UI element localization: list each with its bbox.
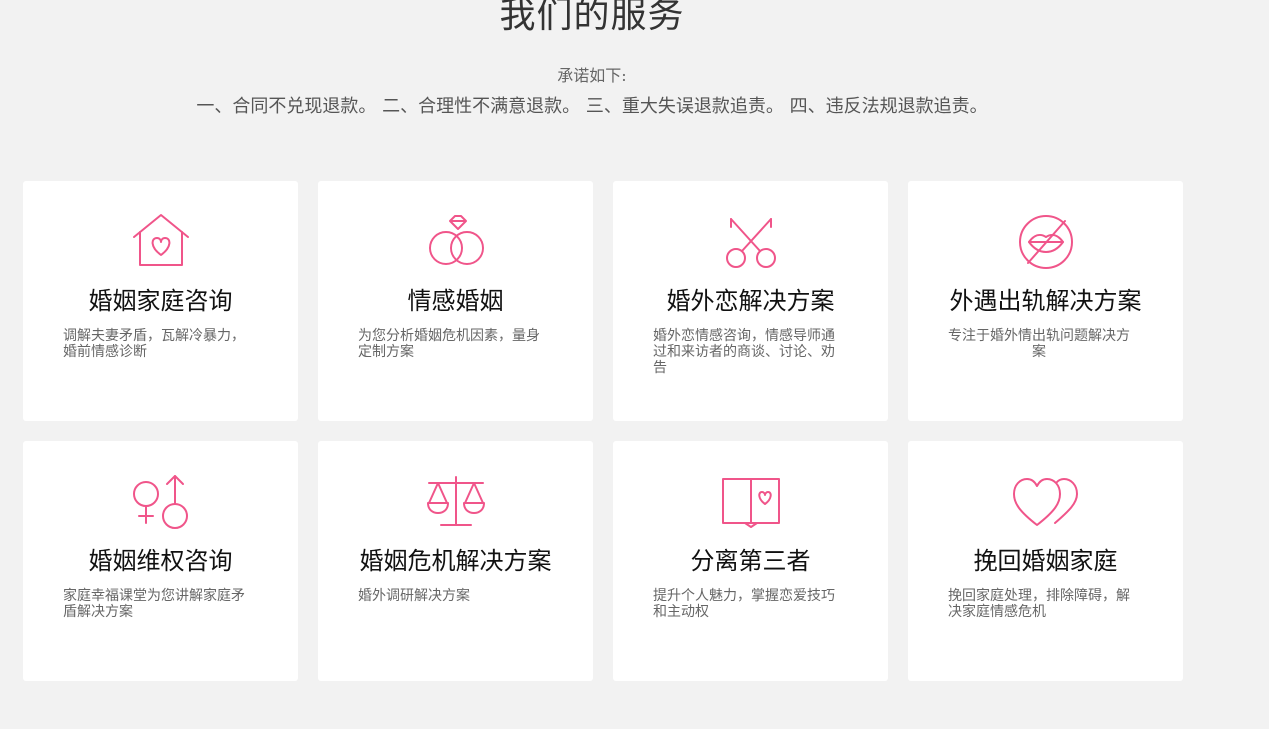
service-card-affair-solution[interactable]: 婚外恋解决方案 婚外恋情感咨询，情感导师通过和来访者的商谈、讨论、劝告	[613, 181, 888, 421]
scissors-icon	[613, 213, 888, 273]
service-card-recover-marriage[interactable]: 挽回婚姻家庭 挽回家庭处理，排除障碍，解决家庭情感危机	[908, 441, 1183, 681]
service-description: 挽回家庭处理，排除障碍，解决家庭情感危机	[948, 588, 1130, 620]
service-description: 婚外恋情感咨询，情感导师通过和来访者的商谈、讨论、劝告	[653, 328, 835, 376]
two-hearts-icon	[908, 473, 1183, 533]
service-card-emotional-marriage[interactable]: 情感婚姻 为您分析婚姻危机因素，量身定制方案	[318, 181, 593, 421]
gender-symbols-icon	[23, 473, 298, 533]
promise-items: 一、合同不兑现退款。 二、合理性不满意退款。 三、重大失误退款追责。 四、违反法…	[196, 96, 988, 117]
service-description: 为您分析婚姻危机因素，量身定制方案	[358, 328, 540, 360]
house-heart-icon	[23, 213, 298, 273]
service-description: 专注于婚外情出轨问题解决方案	[948, 328, 1130, 360]
service-description: 婚外调研解决方案	[358, 588, 470, 604]
service-title: 分离第三者	[690, 547, 811, 575]
balance-scale-icon	[318, 473, 593, 533]
page-title: 我们的服务	[499, 0, 685, 36]
service-title: 婚外恋解决方案	[666, 287, 835, 315]
service-card-rights-consulting[interactable]: 婚姻维权咨询 家庭幸福课堂为您讲解家庭矛盾解决方案	[23, 441, 298, 681]
service-title: 挽回婚姻家庭	[973, 547, 1118, 575]
rings-icon	[318, 213, 593, 273]
service-description: 调解夫妻矛盾，瓦解冷暴力，婚前情感诊断	[63, 328, 245, 360]
service-card-crisis-solution[interactable]: 婚姻危机解决方案 婚外调研解决方案	[318, 441, 593, 681]
service-description: 提升个人魅力，掌握恋爱技巧和主动权	[653, 588, 835, 620]
promise-heading: 承诺如下:	[557, 66, 627, 85]
service-title: 婚姻维权咨询	[88, 547, 233, 575]
no-kissing-icon	[908, 213, 1183, 273]
service-card-infidelity-solution[interactable]: 外遇出轨解决方案 专注于婚外情出轨问题解决方案	[908, 181, 1183, 421]
service-card-separate-third-party[interactable]: 分离第三者 提升个人魅力，掌握恋爱技巧和主动权	[613, 441, 888, 681]
service-title: 婚姻家庭咨询	[88, 287, 233, 315]
book-heart-icon	[613, 473, 888, 533]
service-title: 外遇出轨解决方案	[949, 287, 1142, 315]
service-title: 婚姻危机解决方案	[359, 547, 552, 575]
service-card-family-consulting[interactable]: 婚姻家庭咨询 调解夫妻矛盾，瓦解冷暴力，婚前情感诊断	[23, 181, 298, 421]
services-grid: 婚姻家庭咨询 调解夫妻矛盾，瓦解冷暴力，婚前情感诊断 情感婚姻 为您分析婚姻危机…	[23, 181, 1183, 681]
service-title: 情感婚姻	[407, 287, 504, 315]
service-description: 家庭幸福课堂为您讲解家庭矛盾解决方案	[63, 588, 245, 620]
